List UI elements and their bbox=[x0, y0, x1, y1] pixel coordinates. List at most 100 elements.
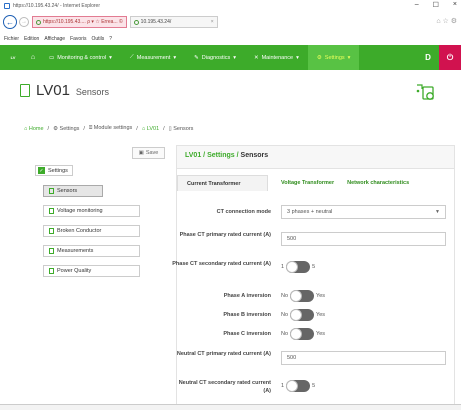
minimize-button[interactable]: – bbox=[415, 1, 419, 9]
logout-button[interactable]: ⏻ bbox=[439, 45, 461, 70]
page-title: LV01 bbox=[36, 82, 70, 99]
document-icon bbox=[49, 268, 54, 274]
nav-settings[interactable]: ⚙ Settings ▾ bbox=[307, 45, 360, 70]
toggle-left-label: No bbox=[281, 331, 289, 337]
brand-logo: LV bbox=[10, 55, 16, 60]
nav-measurement[interactable]: ⟋ Measurement ▾ bbox=[121, 45, 185, 70]
tab-voltage-transformer[interactable]: Voltage Transformer bbox=[268, 175, 334, 191]
phase-secondary-label: Phase CT secondary rated current (A) bbox=[172, 261, 271, 267]
maximize-button[interactable]: ☐ bbox=[433, 1, 439, 9]
breadcrumb-device[interactable]: ⌂ LV01 bbox=[142, 126, 159, 132]
document-icon bbox=[49, 228, 54, 234]
browser-icons[interactable]: ⌂ ☆ ⚙ bbox=[436, 17, 457, 25]
address-bar[interactable]: https://10.195.43.... ρ ▾ ☆ Errea... © bbox=[32, 16, 127, 28]
document-icon bbox=[49, 208, 54, 214]
main-nav: LV ⌂ ▭ Monitoring & control ▾ ⟋ Measurem… bbox=[0, 45, 461, 70]
toggle-switch[interactable] bbox=[286, 261, 311, 273]
toggle-knob bbox=[290, 290, 303, 302]
tab-favicon bbox=[133, 19, 139, 25]
chevron-down-icon: ▾ bbox=[296, 54, 299, 61]
toggle-knob bbox=[286, 261, 299, 273]
home-icon[interactable]: ⌂ bbox=[26, 54, 40, 61]
status-bar bbox=[0, 404, 461, 410]
panel-breadcrumb-settings[interactable]: Settings bbox=[207, 152, 235, 159]
chevron-down-icon: ▾ bbox=[173, 54, 177, 61]
chart-icon: ⟋ bbox=[129, 54, 134, 60]
neutral-primary-value: 500 bbox=[287, 355, 297, 361]
page-subtitle: Sensors bbox=[75, 87, 109, 97]
tree-item-sensors[interactable]: Sensors bbox=[43, 185, 103, 197]
gear-icon: ⚙ bbox=[316, 54, 322, 61]
toggle-left-label: No bbox=[281, 293, 289, 299]
window-controls: – ☐ × bbox=[415, 1, 457, 9]
user-button[interactable]: D bbox=[417, 45, 439, 70]
forward-button[interactable]: → bbox=[19, 17, 29, 27]
monitor-icon: ▭ bbox=[49, 54, 55, 61]
nav-maintenance[interactable]: ✕ Maintenance ▾ bbox=[245, 45, 308, 70]
tab-close-icon[interactable]: × bbox=[211, 19, 214, 25]
toggle-knob bbox=[290, 309, 303, 321]
tree-item-measurements[interactable]: Measurements bbox=[43, 245, 140, 257]
tree-item-label: Voltage monitoring bbox=[57, 208, 103, 214]
document-icon bbox=[20, 84, 30, 97]
menu-file[interactable]: Fichier bbox=[4, 36, 19, 42]
browser-tab[interactable]: 10.195.43.24/ × bbox=[129, 16, 218, 28]
nav-monitoring-label: Monitoring & control bbox=[57, 54, 107, 61]
back-button[interactable]: ← bbox=[3, 15, 17, 29]
toggle-switch[interactable] bbox=[290, 290, 315, 302]
toggle-switch[interactable] bbox=[290, 309, 315, 321]
phase-primary-input[interactable]: 500 bbox=[281, 232, 446, 246]
breadcrumb-settings[interactable]: ⚙ Settings bbox=[53, 126, 79, 132]
menu-tools[interactable]: Outils bbox=[91, 36, 104, 42]
ct-mode-select[interactable]: 3 phases + neutral ▼ bbox=[281, 205, 446, 219]
close-window-button[interactable]: × bbox=[453, 1, 457, 9]
tree-item-label: Broken Conductor bbox=[57, 228, 102, 234]
nav-monitoring[interactable]: ▭ Monitoring & control ▾ bbox=[40, 45, 121, 70]
phase-primary-label: Phase CT primary rated current (A) bbox=[179, 232, 271, 238]
breadcrumb: ⌂ Home / ⚙ Settings / ⌸ Module settings … bbox=[24, 125, 193, 132]
forward-arrow-icon: → bbox=[21, 19, 27, 25]
phase-secondary-toggle[interactable]: 1 5 bbox=[281, 261, 315, 273]
tree-item-power-quality[interactable]: Power Quality bbox=[43, 265, 140, 277]
neutral-secondary-label: Neutral CT secondary rated current (A) bbox=[178, 380, 271, 394]
nav-measurement-label: Measurement bbox=[136, 54, 171, 61]
menu-favorites[interactable]: Favoris bbox=[70, 36, 86, 42]
breadcrumb-home[interactable]: ⌂ Home bbox=[24, 126, 44, 132]
toggle-switch[interactable] bbox=[286, 380, 311, 392]
breadcrumb-module[interactable]: ⌸ Module settings bbox=[89, 125, 132, 132]
neutral-primary-input[interactable]: 500 bbox=[281, 351, 446, 365]
toggle-right-label: Yes bbox=[316, 331, 326, 337]
breadcrumb-home-label: Home bbox=[28, 125, 44, 132]
expand-icon[interactable]: ✓ bbox=[38, 167, 45, 174]
tree-item-broken-conductor[interactable]: Broken Conductor bbox=[43, 225, 140, 237]
tools-icon: ✕ bbox=[253, 54, 259, 61]
save-button[interactable]: ▣ Save bbox=[132, 147, 165, 159]
tree-item-voltage-monitoring[interactable]: Voltage monitoring bbox=[43, 205, 140, 217]
nav-diagnostics[interactable]: ✎ Diagnostics ▾ bbox=[185, 45, 245, 70]
nav-maintenance-label: Maintenance bbox=[261, 54, 294, 61]
toggle-switch[interactable] bbox=[290, 328, 315, 340]
breadcrumb-current-label: Sensors bbox=[173, 125, 194, 132]
menu-help[interactable]: ? bbox=[109, 36, 112, 42]
site-favicon bbox=[36, 19, 41, 25]
phase-c-toggle[interactable]: No Yes bbox=[281, 328, 325, 340]
tab-bar: Current Transformer Voltage Transformer … bbox=[177, 175, 454, 191]
settings-form-panel: LV01 / Settings / Sensors Current Transf… bbox=[172, 145, 455, 410]
ie-icon bbox=[4, 2, 10, 9]
phase-b-toggle[interactable]: No Yes bbox=[281, 309, 325, 321]
toggle-right-label: 5 bbox=[312, 264, 316, 270]
neutral-secondary-toggle[interactable]: 1 5 bbox=[281, 380, 315, 392]
panel-breadcrumb-device[interactable]: LV01 bbox=[185, 152, 201, 159]
tree-root-settings[interactable]: ✓ Settings bbox=[35, 165, 73, 176]
tab-current-transformer[interactable]: Current Transformer bbox=[177, 175, 268, 191]
phase-a-toggle[interactable]: No Yes bbox=[281, 290, 325, 302]
breadcrumb-sep: / bbox=[136, 125, 138, 132]
address-text: https://10.195.43.... ρ ▾ ☆ Errea... © bbox=[43, 19, 123, 25]
tab-network-characteristics[interactable]: Network characteristics bbox=[334, 175, 409, 191]
phase-c-label: Phase C inversion bbox=[223, 331, 271, 337]
module-settings-icon bbox=[416, 84, 434, 100]
menu-edit[interactable]: Edition bbox=[24, 36, 39, 42]
tree-item-label: Measurements bbox=[57, 248, 94, 254]
menu-view[interactable]: Affichage bbox=[44, 36, 65, 42]
tree-item-label: Sensors bbox=[57, 188, 78, 194]
